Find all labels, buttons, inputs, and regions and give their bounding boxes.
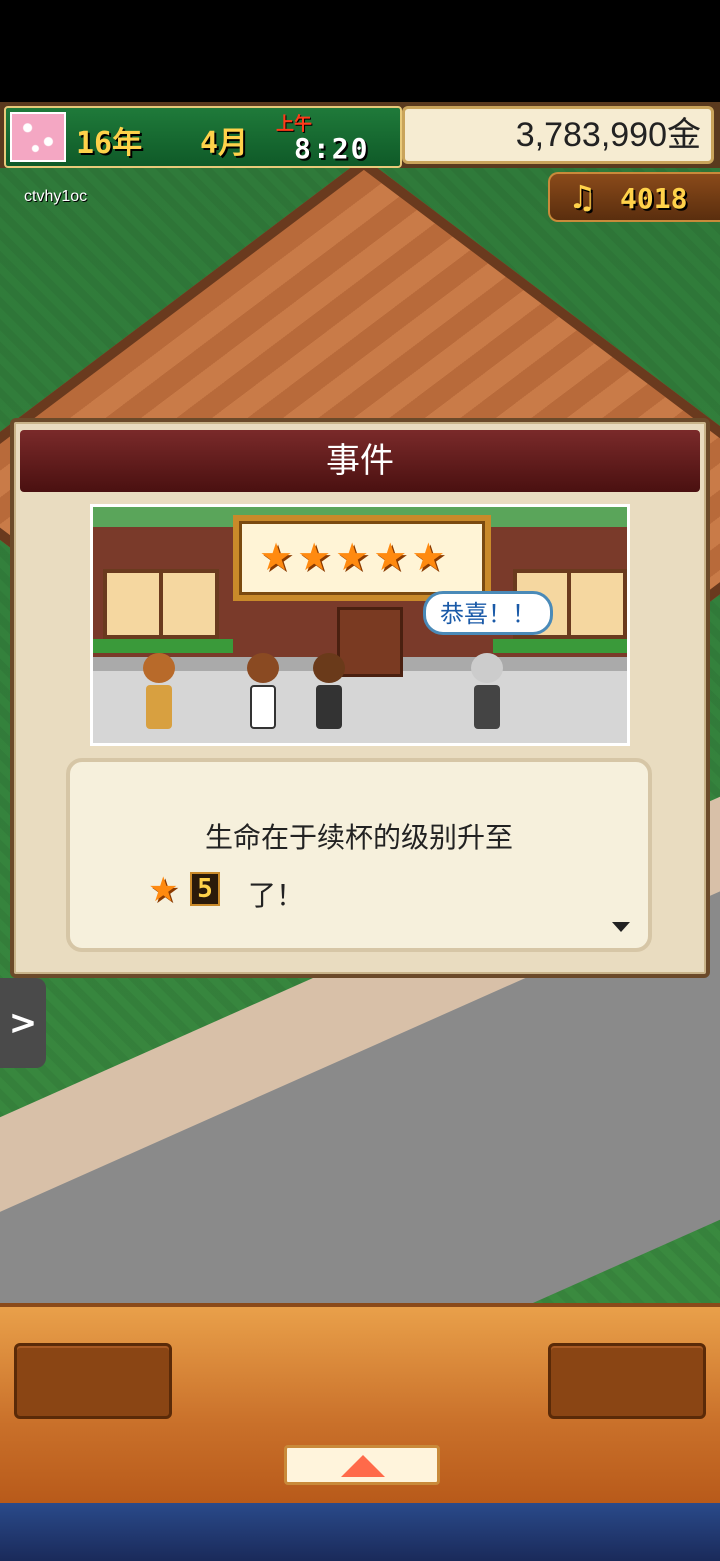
character-inspector bbox=[471, 653, 503, 729]
message-box[interactable]: 生命在于续杯的级别升至 ★ 5 了！ bbox=[66, 758, 652, 952]
points-value: 4018 bbox=[620, 182, 688, 215]
star-icon: ★ bbox=[148, 870, 179, 910]
spring-season-icon bbox=[10, 112, 66, 162]
continue-arrow-icon bbox=[612, 922, 630, 932]
message-text-end: 了！ bbox=[248, 879, 305, 912]
arrow-up-icon bbox=[341, 1455, 385, 1477]
character-staff bbox=[143, 653, 175, 729]
status-bar-area bbox=[0, 0, 720, 102]
character-waitress bbox=[247, 653, 279, 729]
message-text: 生命在于续杯的级别升至 bbox=[204, 821, 513, 854]
date-time-panel: 16年 4月 上午 8:20 bbox=[4, 106, 402, 168]
side-menu-toggle[interactable]: > bbox=[0, 978, 46, 1068]
window bbox=[567, 569, 627, 639]
bottom-menu-panel bbox=[0, 1303, 720, 1503]
star-icon: ★ bbox=[297, 535, 332, 579]
event-dialog[interactable]: 事件 ★ ★ ★ ★ ★ 恭喜！！ 生命在于续杯的级别升至 ★ 5 了！ bbox=[10, 418, 710, 978]
left-menu-button[interactable] bbox=[14, 1343, 172, 1419]
month-display: 4月 bbox=[200, 126, 249, 161]
hedge bbox=[493, 639, 627, 653]
expand-menu-button[interactable] bbox=[284, 1445, 440, 1485]
character-waiter bbox=[313, 653, 345, 729]
star-icon: ★ bbox=[411, 535, 446, 579]
research-points-panel[interactable]: ♫ 4018 bbox=[548, 172, 720, 222]
top-hud: 16年 4月 上午 8:20 3,783,990金 bbox=[0, 102, 720, 168]
star-icon: ★ bbox=[259, 535, 294, 579]
player-id: ctvhy1oc bbox=[24, 188, 88, 205]
right-menu-button[interactable] bbox=[548, 1343, 706, 1419]
star-icon: ★ bbox=[373, 535, 408, 579]
bottom-strip bbox=[0, 1503, 720, 1561]
window bbox=[103, 569, 163, 639]
star-icon: ★ bbox=[335, 535, 370, 579]
dialog-title: 事件 bbox=[20, 430, 700, 492]
hedge bbox=[93, 639, 233, 653]
chevron-right-icon: > bbox=[8, 1003, 38, 1043]
star-rating: ★ ★ ★ ★ ★ bbox=[259, 537, 445, 577]
music-note-icon: ♫ bbox=[568, 178, 597, 216]
clock-display: 8:20 bbox=[294, 132, 370, 165]
money-display: 3,783,990金 bbox=[402, 106, 714, 164]
shop-door bbox=[337, 607, 403, 677]
level-badge: 5 bbox=[190, 872, 220, 906]
year-display: 16年 bbox=[76, 126, 143, 161]
rating-sign: ★ ★ ★ ★ ★ bbox=[233, 515, 491, 601]
window bbox=[159, 569, 219, 639]
speech-bubble: 恭喜！！ bbox=[423, 591, 553, 635]
event-scene-image: ★ ★ ★ ★ ★ 恭喜！！ bbox=[90, 504, 630, 746]
